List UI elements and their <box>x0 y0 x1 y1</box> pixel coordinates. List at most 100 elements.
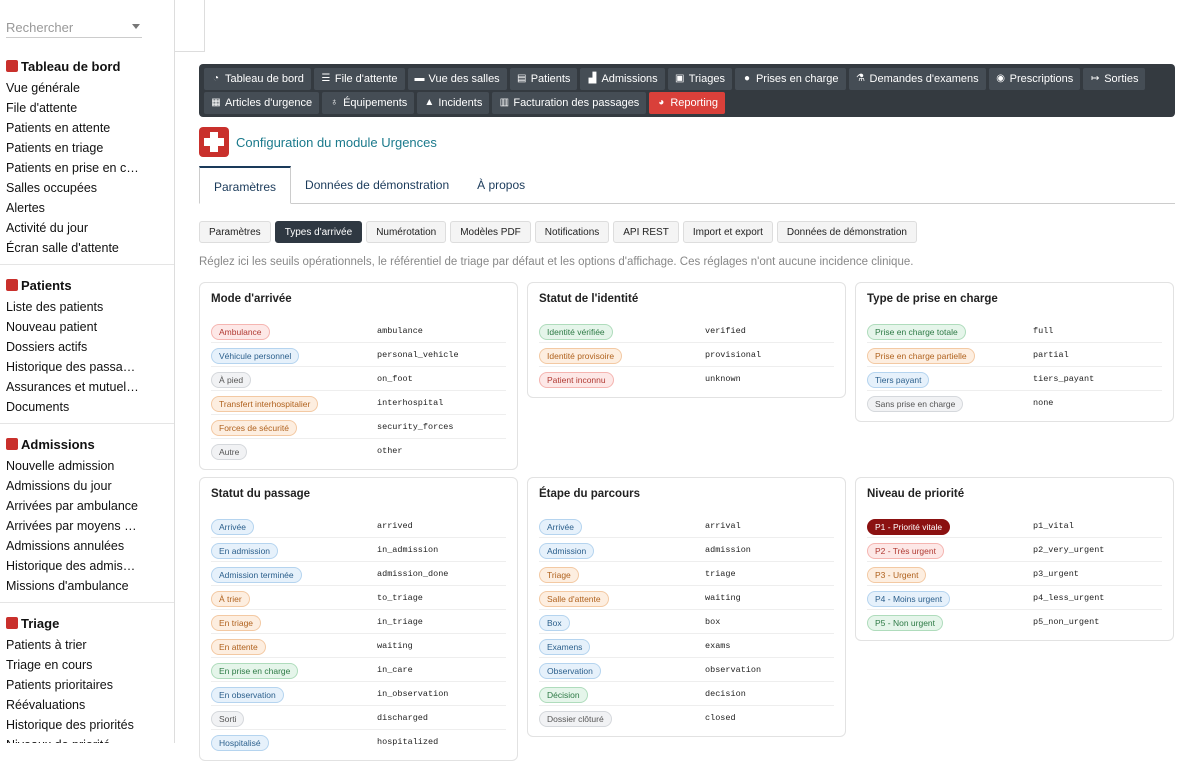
value-code: unknown <box>705 374 741 384</box>
subtab[interactable]: API REST <box>613 221 679 243</box>
nav-button[interactable]: ▬ Vue des salles <box>407 68 507 90</box>
value-code: tiers_payant <box>1033 373 1095 384</box>
sidebar-section: Patients Liste des patients Nouveau patien… <box>0 273 174 424</box>
nav-button[interactable]: ● Prises en charge <box>734 68 846 90</box>
value-label-cell: Prise en charge totale <box>867 322 1033 340</box>
nav-button[interactable]: ◉ Prescriptions <box>988 68 1081 90</box>
status-badge: Observation <box>539 662 601 679</box>
sidebar-item[interactable]: Niveaux de priorité <box>0 735 140 743</box>
nav-button-label: Patients <box>530 73 571 85</box>
value-label-cell: En prise en charge <box>211 661 377 679</box>
sidebar-item[interactable]: Patients en attente <box>0 118 140 138</box>
list-icon: ☰ <box>321 73 331 84</box>
stethoscope-icon: ♁ <box>330 97 338 108</box>
nav-button[interactable]: ◔ Tableau de bord <box>204 68 311 90</box>
nav-button[interactable]: ♁ Équipements <box>322 92 415 114</box>
nav-button[interactable]: ▥ Facturation des passages <box>492 92 647 114</box>
nav-button[interactable]: ▣ Triages <box>667 68 732 90</box>
sidebar-item[interactable]: Admissions du jour <box>0 476 140 496</box>
value-code: to_triage <box>377 592 423 603</box>
sidebar-item[interactable]: Patients à trier <box>0 635 140 655</box>
value-code: security_forces <box>377 421 454 432</box>
nav-button[interactable]: ↦ Sorties <box>1083 68 1146 90</box>
sidebar-item[interactable]: Salles occupées <box>0 178 140 198</box>
search-input[interactable]: Rechercher <box>6 18 142 38</box>
value-row: P1 - Priorité vitale p1_vital <box>867 514 1162 538</box>
nav-button[interactable]: ◕ Reporting <box>649 92 726 114</box>
nav-button[interactable]: ⚗ Demandes d'examens <box>848 68 986 90</box>
sidebar-item[interactable]: File d'attente <box>0 98 140 118</box>
sidebar-item[interactable]: Patients en prise en charge <box>0 158 140 178</box>
sidebar-item[interactable]: Nouveau patient <box>0 317 140 337</box>
sidebar-item[interactable]: Patients prioritaires <box>0 675 140 695</box>
sidebar-item[interactable]: Admissions annulées <box>0 536 140 556</box>
nav-button[interactable]: ☰ File d'attente <box>313 68 405 90</box>
value-row: Admission admission <box>539 538 834 562</box>
sidebar-item[interactable]: Réévaluations <box>0 695 140 715</box>
tab[interactable]: À propos <box>463 166 539 204</box>
nav-button-label: Reporting <box>670 97 719 109</box>
sidebar-item[interactable]: Activité du jour <box>0 218 140 238</box>
sidebar-item[interactable]: Historique des passages <box>0 357 140 377</box>
status-badge: Véhicule personnel <box>211 347 300 364</box>
settings-card: Statut du passage Arrivée arrived En admiss… <box>199 477 518 761</box>
value-row: Admission terminée admission_done <box>211 562 506 586</box>
nav-button-label: Articles d'urgence <box>225 97 313 109</box>
value-label-cell: Autre <box>211 442 377 460</box>
sidebar-item[interactable]: Écran salle d'attente <box>0 238 140 258</box>
sidebar-section-title: Triage <box>21 615 60 631</box>
sidebar-section-header[interactable]: Patients <box>0 275 174 295</box>
sidebar-item[interactable]: Patients en triage <box>0 138 140 158</box>
value-code: exams <box>705 640 731 651</box>
sidebar-item[interactable]: Assurances et mutuelles <box>0 377 140 397</box>
status-badge: Prise en charge partielle <box>867 347 975 364</box>
tab[interactable]: Paramètres <box>199 166 292 204</box>
sidebar-item[interactable]: Dossiers actifs <box>0 337 140 357</box>
sidebar-sections: Tableau de bord Vue générale File d'attent… <box>0 54 174 743</box>
tab[interactable]: Données de démonstration <box>291 166 463 204</box>
card-title: Étape du parcours <box>539 488 640 500</box>
subtab[interactable]: Modèles PDF <box>450 221 531 243</box>
subtab[interactable]: Types d'arrivée <box>274 221 363 243</box>
nav-button[interactable]: ▟ Admissions <box>580 68 665 90</box>
sidebar-section-header[interactable]: Admissions <box>0 434 174 454</box>
subtab[interactable]: Numérotation <box>366 221 447 243</box>
value-code: in_triage <box>377 616 423 627</box>
sidebar-item[interactable]: Missions d'ambulance <box>0 576 140 596</box>
sidebar-item[interactable]: Historique des priorités <box>0 715 140 735</box>
subtab[interactable]: Import et export <box>682 221 773 243</box>
status-badge: Arrivée <box>211 518 254 535</box>
value-label-cell: P3 - Urgent <box>867 565 1033 583</box>
sidebar-item[interactable]: Nouvelle admission <box>0 456 140 476</box>
value-label-cell: Identité vérifiée <box>539 322 705 340</box>
sidebar-item[interactable]: Documents <box>0 397 140 417</box>
nav-button-label: Équipements <box>343 97 408 109</box>
value-row: Observation observation <box>539 658 834 682</box>
value-label-cell: En observation <box>211 685 377 703</box>
sidebar-item[interactable]: Triage en cours <box>0 655 140 675</box>
value-code: observation <box>705 664 762 675</box>
sidebar-item[interactable]: Vue générale <box>0 78 140 98</box>
subtab[interactable]: Données de démonstration <box>776 221 917 243</box>
sidebar-item[interactable]: Historique des admissions <box>0 556 140 576</box>
subtab[interactable]: Paramètres <box>199 221 271 243</box>
value-label-cell: Dossier clôturé <box>539 709 705 727</box>
nav-button[interactable]: ▲ Incidents <box>417 92 490 114</box>
value-label-cell: Prise en charge partielle <box>867 346 1033 364</box>
nav-button[interactable]: ▦ Articles d'urgence <box>204 92 320 114</box>
sidebar-section-header[interactable]: Triage <box>0 613 174 633</box>
sidebar-item[interactable]: Alertes <box>0 198 140 218</box>
value-code: partial <box>1033 349 1069 360</box>
value-label-cell: Admission <box>539 541 705 559</box>
nav-button[interactable]: ▤ Patients <box>509 68 578 90</box>
sidebar-section-title: Patients <box>21 277 72 293</box>
subtab[interactable]: Notifications <box>534 221 610 243</box>
sidebar-item[interactable]: Arrivées par ambulance <box>0 496 140 516</box>
chevron-down-icon[interactable] <box>132 24 140 29</box>
status-badge: Identité vérifiée <box>539 323 613 340</box>
sidebar-section-header[interactable]: Tableau de bord <box>0 56 174 76</box>
sidebar-item[interactable]: Liste des patients <box>0 297 140 317</box>
value-code: interhospital <box>377 397 444 408</box>
search-placeholder: Rechercher <box>6 20 74 35</box>
sidebar-item[interactable]: Arrivées par moyens pro… <box>0 516 140 536</box>
